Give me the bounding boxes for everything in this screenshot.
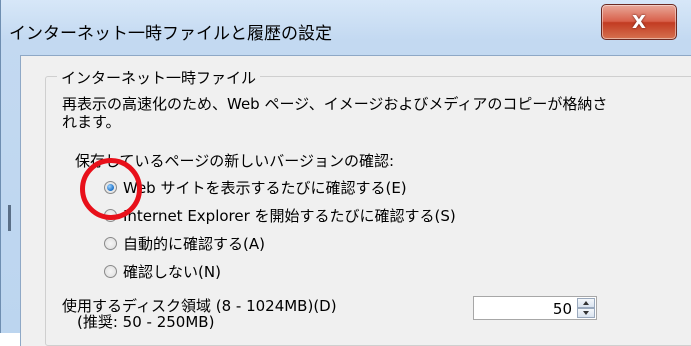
radio-automatic[interactable]: 自動的に確認する(A) [104, 233, 265, 253]
radio-label: Web サイトを表示するたびに確認する(E) [123, 178, 407, 197]
check-version-heading: 保存しているページの新しいバージョンの確認: [75, 152, 395, 170]
spin-up-button[interactable] [577, 298, 595, 308]
radio-button[interactable] [104, 236, 117, 250]
radio-button[interactable] [104, 264, 117, 278]
close-button[interactable]: X [601, 4, 677, 40]
arrow-down-icon [583, 311, 589, 315]
radio-never[interactable]: 確認しない(N) [104, 261, 221, 281]
disk-space-value[interactable]: 50 [553, 300, 572, 318]
radio-label: Internet Explorer を開始するたびに確認する(S) [123, 206, 456, 225]
radio-button[interactable] [104, 208, 117, 222]
arrow-up-icon [583, 301, 589, 305]
description-line-2: れます。 [62, 113, 121, 131]
window-edge-marker [8, 205, 11, 231]
groupbox-legend: インターネット一時ファイル [57, 67, 261, 88]
radio-label: 確認しない(N) [123, 262, 221, 281]
radio-button-checked[interactable] [104, 180, 117, 194]
disk-space-spinner[interactable]: 50 [473, 296, 597, 320]
radio-every-start[interactable]: Internet Explorer を開始するたびに確認する(S) [104, 205, 456, 225]
disk-space-recommendation: (推奨: 50 - 250MB) [77, 313, 215, 331]
spin-down-button[interactable] [577, 308, 595, 318]
description-line-1: 再表示の高速化のため、Web ページ、イメージおよびメディアのコピーが格納さ [62, 95, 608, 113]
radio-label: 自動的に確認する(A) [123, 234, 265, 253]
radio-every-visit[interactable]: Web サイトを表示するたびに確認する(E) [104, 177, 407, 197]
close-icon: X [632, 11, 646, 33]
window-title: インターネット一時ファイルと履歴の設定 [9, 24, 332, 44]
